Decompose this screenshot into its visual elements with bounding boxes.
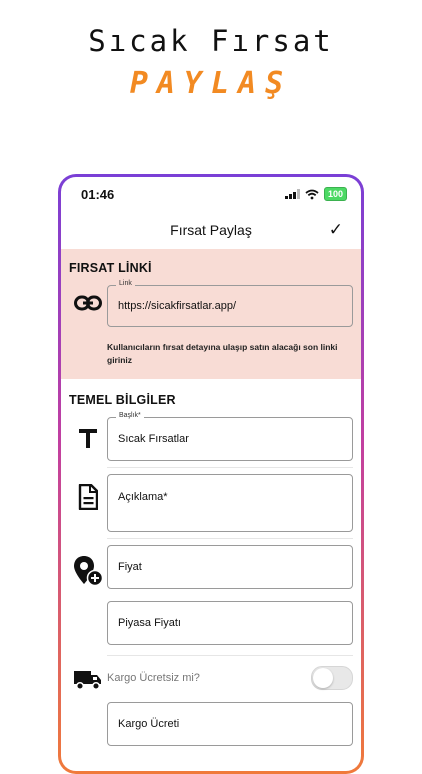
basic-section-title: TEMEL BİLGİLER xyxy=(69,393,176,407)
divider xyxy=(107,655,353,656)
title-input-value: Sıcak Fırsatlar xyxy=(118,433,189,445)
shipping-fee-row: Kargo Ücreti xyxy=(61,702,361,746)
link-input-label: Link xyxy=(116,280,135,287)
phone-frame: 01:46 100 Fırsat Paylaş ✓ FIRSAT LİNKİ L… xyxy=(58,174,364,774)
promo-subtitle: PAYLAŞ xyxy=(129,66,293,101)
description-placeholder: Açıklama* xyxy=(118,491,168,503)
document-icon xyxy=(69,474,107,510)
shipping-fee-input[interactable]: Kargo Ücreti xyxy=(107,702,353,746)
title-input[interactable]: Başlık* Sıcak Fırsatlar xyxy=(107,412,353,461)
link-row: Link https://sicakfirsatlar.app/ xyxy=(61,280,361,327)
wifi-icon xyxy=(305,189,319,199)
divider xyxy=(107,538,353,539)
market-price-input[interactable]: Piyasa Fiyatı xyxy=(107,601,353,645)
link-icon xyxy=(69,285,107,311)
check-icon[interactable]: ✓ xyxy=(329,220,343,240)
truck-icon xyxy=(69,665,107,691)
promo-title: Sıcak Fırsat xyxy=(88,24,334,58)
status-icons: 100 xyxy=(284,187,347,201)
shipping-fee-placeholder: Kargo Ücreti xyxy=(118,718,180,730)
market-price-row: Piyasa Fiyatı xyxy=(61,601,361,645)
battery-icon: 100 xyxy=(323,187,347,201)
price-placeholder: Fiyat xyxy=(118,561,142,573)
status-time: 01:46 xyxy=(81,186,115,202)
app-screen: 01:46 100 Fırsat Paylaş ✓ FIRSAT LİNKİ L… xyxy=(61,177,361,771)
location-add-icon xyxy=(69,545,107,587)
price-input[interactable]: Fiyat xyxy=(107,545,353,589)
description-input[interactable]: Açıklama* xyxy=(107,474,353,532)
shipping-toggle[interactable] xyxy=(311,666,353,690)
link-hint: Kullanıcıların fırsat detayına ulaşıp sa… xyxy=(107,342,338,365)
page-title: Fırsat Paylaş xyxy=(170,222,252,238)
link-section: FIRSAT LİNKİ Link https://sicakfirsatlar… xyxy=(61,249,361,379)
text-icon xyxy=(69,417,107,449)
status-bar: 01:46 100 xyxy=(61,177,361,211)
description-row: Açıklama* xyxy=(61,474,361,532)
title-input-label: Başlık* xyxy=(116,412,144,419)
title-row: Başlık* Sıcak Fırsatlar xyxy=(61,412,361,461)
link-input-value: https://sicakfirsatlar.app/ xyxy=(118,300,236,312)
divider xyxy=(107,467,353,468)
nav-bar: Fırsat Paylaş ✓ xyxy=(61,211,361,249)
link-section-title: FIRSAT LİNKİ xyxy=(69,261,152,275)
shipping-label: Kargo Ücretsiz mi? xyxy=(107,672,200,684)
shipping-row: Kargo Ücretsiz mi? xyxy=(61,662,361,694)
signal-icon xyxy=(284,189,300,199)
basic-section: TEMEL BİLGİLER Başlık* Sıcak Fırsatlar A… xyxy=(61,379,361,746)
link-input[interactable]: Link https://sicakfirsatlar.app/ xyxy=(107,280,353,327)
price-row: Fiyat xyxy=(61,545,361,589)
market-price-placeholder: Piyasa Fiyatı xyxy=(118,617,181,629)
